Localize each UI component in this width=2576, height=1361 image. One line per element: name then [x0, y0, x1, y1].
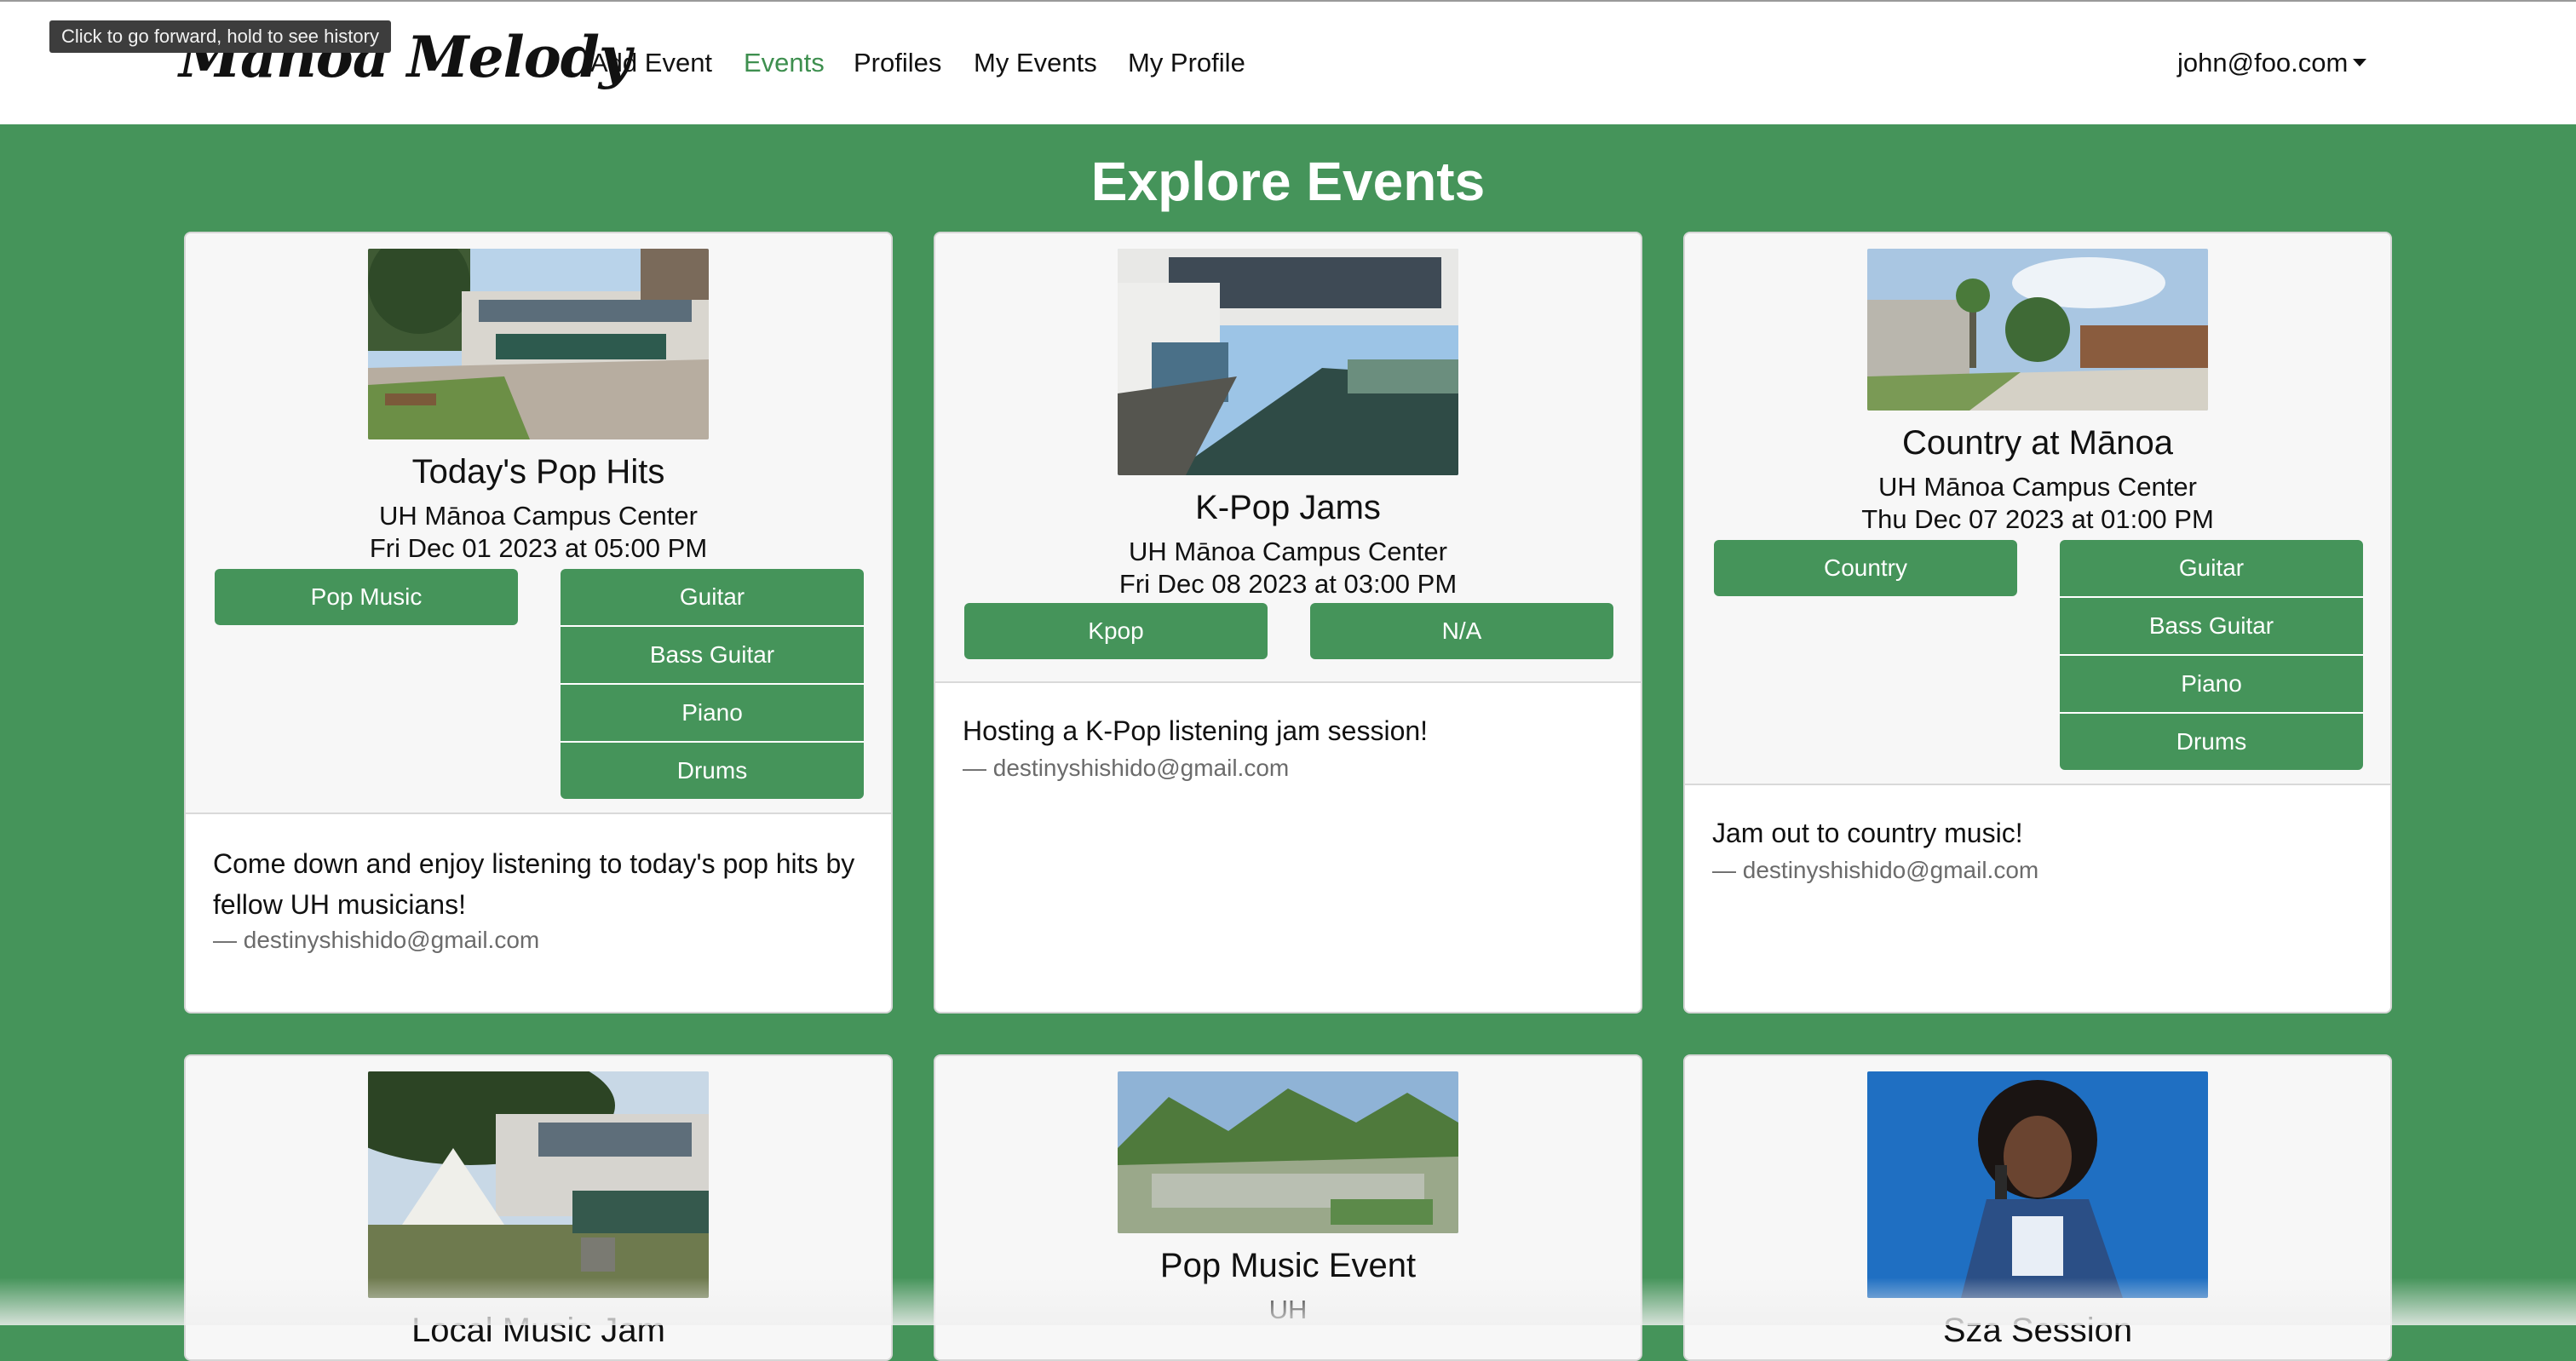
nav-my-events[interactable]: My Events	[974, 48, 1097, 78]
event-title: K-Pop Jams	[1195, 489, 1381, 526]
event-description: Hosting a K-Pop listening jam session!	[963, 715, 1429, 746]
nav-events[interactable]: Events	[744, 48, 825, 78]
instrument-tag[interactable]: Bass Guitar	[2060, 598, 2363, 656]
genre-tag[interactable]: Country	[1714, 540, 2017, 596]
event-card-header: K-Pop Jams UH Mānoa Campus Center Fri De…	[935, 233, 1641, 683]
genre-tag[interactable]: Kpop	[964, 603, 1268, 659]
chevron-down-icon	[2353, 59, 2367, 67]
event-location: UH Mānoa Campus Center	[379, 501, 698, 531]
event-description: Jam out to country music!	[1712, 818, 2023, 848]
user-dropdown[interactable]: john@foo.com	[2177, 48, 2367, 78]
event-owner: — destinyshishido@gmail.com	[1712, 857, 2039, 883]
event-location: UH Mānoa Campus Center	[1129, 537, 1447, 566]
event-image	[368, 1071, 709, 1298]
nav-my-profile[interactable]: My Profile	[1128, 48, 1245, 78]
campus-center-photo-1	[368, 249, 709, 439]
instrument-list: Guitar Bass Guitar Piano Drums	[561, 569, 864, 799]
event-image	[1118, 249, 1458, 475]
scroll-fade	[0, 1278, 2576, 1325]
event-image	[368, 249, 709, 439]
instrument-tag[interactable]: Drums	[2060, 714, 2363, 770]
instrument-tag[interactable]: Drums	[561, 743, 864, 799]
nav-add-event[interactable]: Add Event	[590, 48, 712, 78]
event-card-header: Country at Mānoa UH Mānoa Campus Center …	[1685, 233, 2390, 785]
event-owner: — destinyshishido@gmail.com	[963, 755, 1290, 781]
browser-tooltip: Click to go forward, hold to see history	[49, 20, 391, 53]
instrument-list: Guitar Bass Guitar Piano Drums	[2060, 540, 2363, 770]
instrument-tag[interactable]: Guitar	[2060, 540, 2363, 598]
instrument-tag[interactable]: Bass Guitar	[561, 627, 864, 685]
event-card: K-Pop Jams UH Mānoa Campus Center Fri De…	[934, 232, 1642, 1014]
event-owner: — destinyshishido@gmail.com	[213, 927, 540, 953]
event-location: UH Mānoa Campus Center	[1878, 472, 2197, 502]
event-card-header: Today's Pop Hits UH Mānoa Campus Center …	[186, 233, 891, 814]
event-date: Fri Dec 01 2023 at 05:00 PM	[369, 533, 708, 563]
event-image	[1118, 1071, 1458, 1233]
instrument-tag[interactable]: Piano	[561, 685, 864, 743]
nav-profiles[interactable]: Profiles	[854, 48, 941, 78]
user-email: john@foo.com	[2177, 48, 2349, 78]
instrument-tag[interactable]: Piano	[2060, 656, 2363, 714]
event-date: Fri Dec 08 2023 at 03:00 PM	[1118, 569, 1458, 599]
manoa-valley-photo	[1118, 1071, 1458, 1233]
event-card: Country at Mānoa UH Mānoa Campus Center …	[1683, 232, 2392, 1014]
event-image	[1867, 1071, 2208, 1298]
campus-lawn-photo	[368, 1071, 709, 1298]
instrument-tag[interactable]: Guitar	[561, 569, 864, 627]
event-image	[1867, 249, 2208, 411]
event-card: Today's Pop Hits UH Mānoa Campus Center …	[184, 232, 893, 1014]
event-date: Thu Dec 07 2023 at 01:00 PM	[1861, 504, 2214, 534]
campus-center-photo-2	[1118, 249, 1458, 475]
page-title: Explore Events	[1090, 151, 1486, 212]
campus-quad-photo	[1867, 249, 2208, 411]
instrument-tag[interactable]: N/A	[1310, 603, 1613, 659]
performer-photo	[1867, 1071, 2208, 1298]
genre-tag[interactable]: Pop Music	[215, 569, 518, 625]
event-title: Country at Mānoa	[1902, 424, 2173, 462]
event-title: Today's Pop Hits	[411, 453, 665, 491]
event-description: Come down and enjoy listening to today's…	[213, 848, 855, 920]
top-navbar: Mānoa Melody Click to go forward, hold t…	[0, 0, 2576, 124]
